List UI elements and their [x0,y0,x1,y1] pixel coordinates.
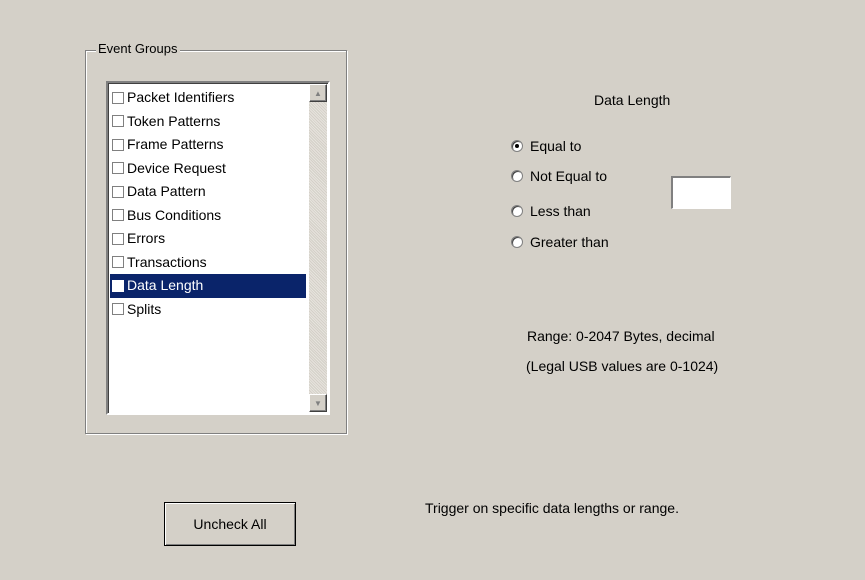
list-item-label: Data Pattern [127,183,206,200]
list-item-label: Bus Conditions [127,206,222,223]
list-item-label: Transactions [127,253,207,270]
scroll-up-arrow-icon[interactable]: ▲ [309,84,327,102]
radio-button[interactable] [511,140,523,152]
list-item-label: Data Length [127,277,204,294]
checkbox[interactable] [112,138,124,151]
radio-equal-to[interactable]: Equal to [511,138,581,154]
event-groups-listbox[interactable]: Packet Identifiers Token Patterns Frame … [106,81,330,415]
checkbox[interactable] [112,303,124,316]
data-length-heading: Data Length [594,92,671,108]
uncheck-all-button[interactable]: Uncheck All [164,502,296,546]
list-item-label: Token Patterns [127,112,221,129]
checkbox[interactable] [112,279,124,292]
checkbox[interactable] [112,162,124,175]
radio-not-equal-to[interactable]: Not Equal to [511,168,607,184]
radio-label: Greater than [530,234,609,250]
checkbox[interactable] [112,91,124,104]
checkbox[interactable] [112,256,124,269]
list-item-label: Errors [127,230,166,247]
checkbox[interactable] [112,232,124,245]
list-item-label: Frame Patterns [127,136,224,153]
list-item-data-pattern[interactable]: Data Pattern [110,180,306,204]
list-item-data-length[interactable]: Data Length [110,274,306,298]
list-item-token-patterns[interactable]: Token Patterns [110,110,306,134]
radio-button[interactable] [511,205,523,217]
list-item-bus-conditions[interactable]: Bus Conditions [110,204,306,228]
checkbox[interactable] [112,115,124,128]
checkbox[interactable] [112,185,124,198]
list-item-label: Packet Identifiers [127,89,235,106]
list-item-splits[interactable]: Splits [110,298,306,322]
checkbox[interactable] [112,209,124,222]
list-item-transactions[interactable]: Transactions [110,251,306,275]
radio-button[interactable] [511,170,523,182]
radio-greater-than[interactable]: Greater than [511,234,609,250]
list-scrollbar[interactable]: ▲ ▼ [309,84,327,412]
data-length-value-input[interactable] [671,176,731,209]
scroll-down-arrow-icon[interactable]: ▼ [309,394,327,412]
radio-less-than[interactable]: Less than [511,203,591,219]
radio-label: Not Equal to [530,168,608,184]
list-item-frame-patterns[interactable]: Frame Patterns [110,133,306,157]
list-item-errors[interactable]: Errors [110,227,306,251]
radio-button[interactable] [511,236,523,248]
list-item-packet-identifiers[interactable]: Packet Identifiers [110,86,306,110]
description-text: Trigger on specific data lengths or rang… [425,500,679,516]
list-item-device-request[interactable]: Device Request [110,157,306,181]
radio-label: Less than [530,203,591,219]
event-groups-title: Event Groups [96,41,180,56]
list-item-label: Device Request [127,159,226,176]
range-text: Range: 0-2047 Bytes, decimal [527,328,715,344]
radio-label: Equal to [530,138,582,154]
legal-values-text: (Legal USB values are 0-1024) [526,358,719,374]
list-item-label: Splits [127,300,162,317]
